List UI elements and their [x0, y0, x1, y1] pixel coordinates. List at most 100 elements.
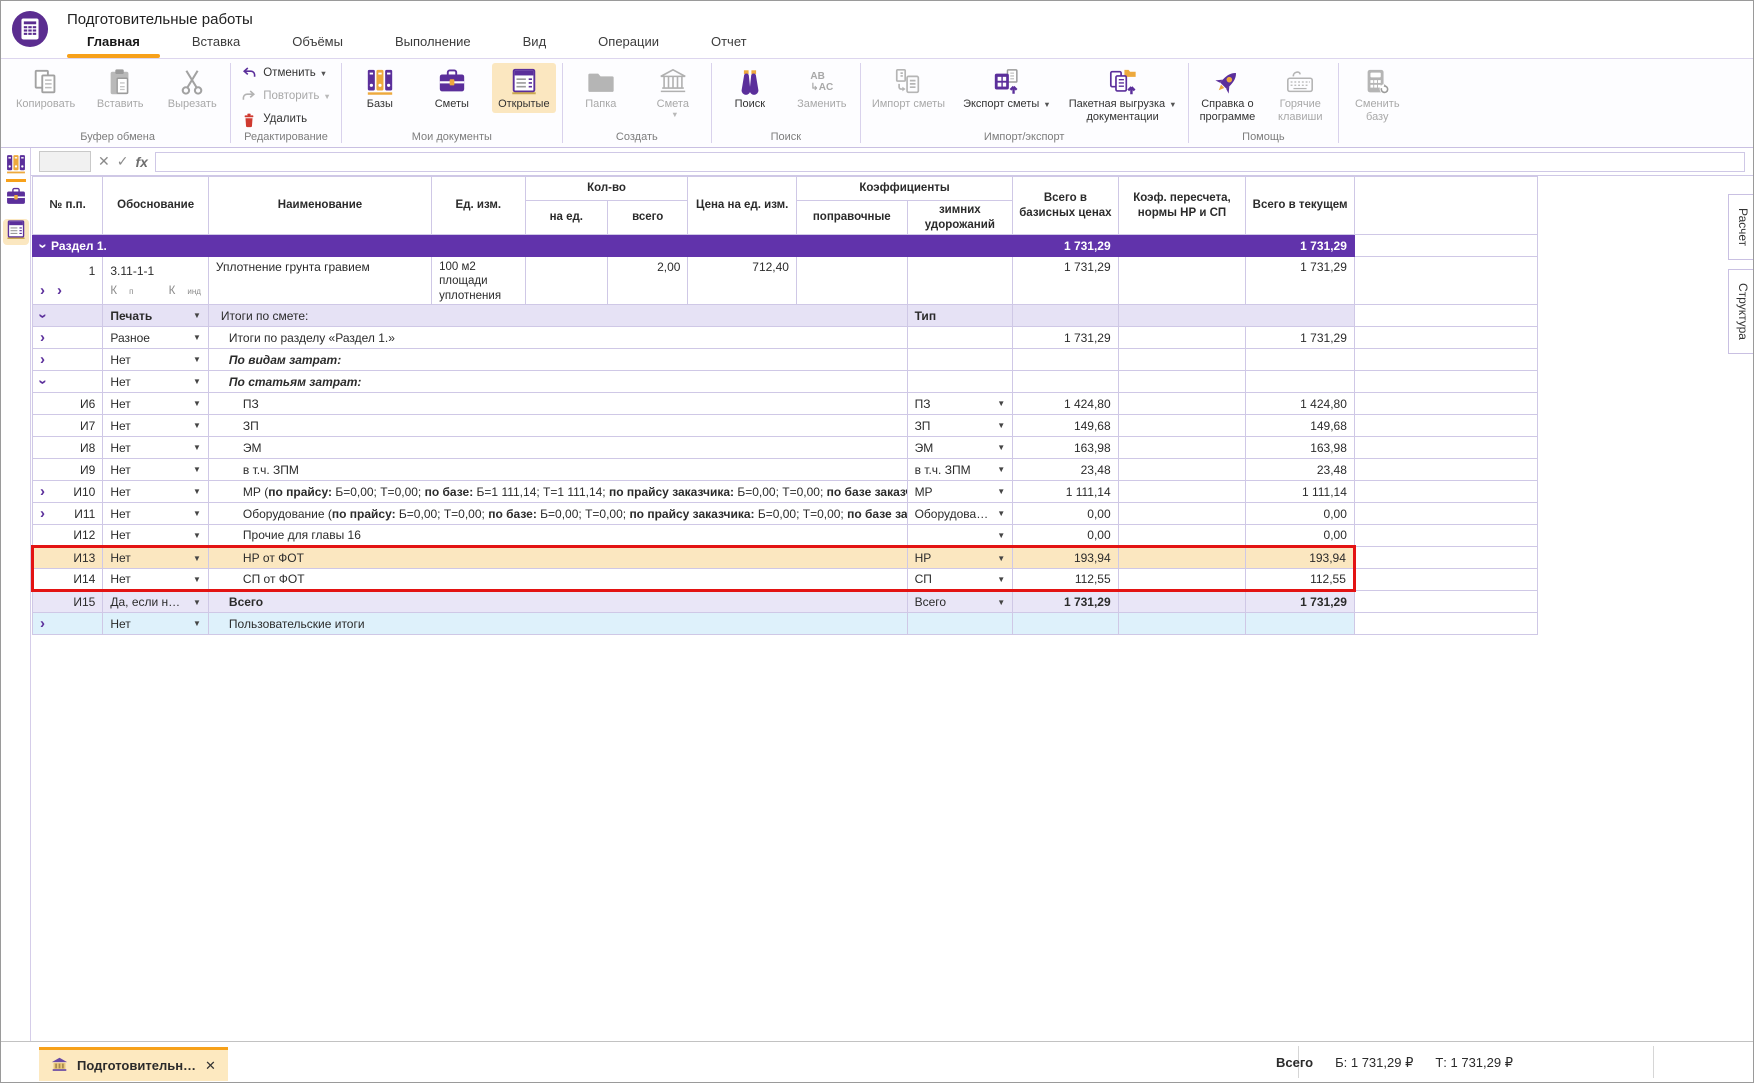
batch-export-button[interactable]: Пакетная выгрузка▼документации: [1064, 63, 1182, 126]
grid-cell[interactable]: ▼: [907, 525, 1013, 547]
grid-cell[interactable]: ›: [33, 371, 103, 393]
export-estimate-button[interactable]: Экспорт сметы▼: [958, 63, 1056, 113]
chevron-right-icon[interactable]: ›: [40, 487, 45, 497]
grid-cell[interactable]: [1013, 371, 1119, 393]
grid-cell[interactable]: По статьям затрат:: [208, 371, 907, 393]
grid-cell[interactable]: 1 731,29: [1013, 327, 1119, 349]
grid-cell[interactable]: Итоги по смете:: [208, 305, 907, 327]
grid-cell[interactable]: Нет▼: [103, 503, 209, 525]
grid-cell[interactable]: [1118, 525, 1246, 547]
grid-cell[interactable]: И9: [33, 459, 103, 481]
grid-cell[interactable]: [907, 371, 1013, 393]
grid-cell[interactable]: [1246, 349, 1355, 371]
grid-cell[interactable]: Тип: [907, 305, 1013, 327]
grid-cell[interactable]: Нет▼: [103, 569, 209, 591]
grid-cell[interactable]: [1118, 415, 1246, 437]
estimates-button[interactable]: Сметы: [420, 63, 484, 113]
cut-button[interactable]: Вырезать: [160, 63, 224, 113]
dropdown[interactable]: Нет▼: [110, 419, 201, 433]
grid-cell[interactable]: [1118, 393, 1246, 415]
document-tab[interactable]: Подготовительн… ✕: [39, 1047, 228, 1081]
tab-volumes[interactable]: Объёмы: [266, 27, 369, 58]
tab-view[interactable]: Вид: [497, 27, 573, 58]
grid-cell[interactable]: 0,00: [1246, 503, 1355, 525]
grid-cell[interactable]: НР от ФОТ: [208, 547, 907, 569]
dropdown[interactable]: Всего▼: [915, 595, 1006, 609]
new-folder-button[interactable]: Папка: [569, 63, 633, 113]
dropdown[interactable]: Нет▼: [110, 617, 201, 631]
undo-button[interactable]: Отменить▼: [237, 63, 331, 84]
dropdown[interactable]: Нет▼: [110, 353, 201, 367]
dropdown[interactable]: Нет▼: [110, 551, 201, 565]
paste-button[interactable]: Вставить: [88, 63, 152, 113]
grid-cell[interactable]: [1246, 371, 1355, 393]
dropdown[interactable]: Нет▼: [110, 528, 201, 542]
grid-cell[interactable]: Всего: [208, 591, 907, 613]
grid-cell[interactable]: МР (по прайсу: Б=0,00; Т=0,00; по базе: …: [208, 481, 907, 503]
dropdown[interactable]: Нет▼: [110, 375, 201, 389]
grid-cell[interactable]: Прочие для главы 16: [208, 525, 907, 547]
tab-calculation[interactable]: Расчет: [1728, 194, 1753, 260]
dropdown[interactable]: Нет▼: [110, 441, 201, 455]
grid-cell[interactable]: НР▼: [907, 547, 1013, 569]
grid-cell[interactable]: 1 731,29: [1013, 591, 1119, 613]
grid-cell[interactable]: [1013, 305, 1119, 327]
grid-cell[interactable]: И15: [33, 591, 103, 613]
grid-cell[interactable]: [907, 257, 1013, 305]
dropdown[interactable]: ПЗ▼: [915, 397, 1006, 411]
grid-cell[interactable]: 0,00: [1013, 525, 1119, 547]
grid-cell[interactable]: И12: [33, 525, 103, 547]
grid-cell[interactable]: 1 731,29: [1246, 591, 1355, 613]
grid-cell[interactable]: И6: [33, 393, 103, 415]
chevron-right-icon[interactable]: ›: [40, 619, 45, 629]
grid-cell[interactable]: 100 м2 площади уплотнения: [432, 257, 525, 305]
grid-cell[interactable]: [1118, 481, 1246, 503]
grid-cell[interactable]: в т.ч. ЗПМ: [208, 459, 907, 481]
grid-cell[interactable]: МР▼: [907, 481, 1013, 503]
grid-cell[interactable]: 1 731,29: [1013, 235, 1119, 257]
grid-cell[interactable]: [1013, 613, 1119, 635]
grid-cell[interactable]: 163,98: [1013, 437, 1119, 459]
strip-bases-button[interactable]: [3, 153, 29, 179]
grid-cell[interactable]: ›: [33, 305, 103, 327]
formula-input[interactable]: [155, 152, 1745, 172]
grid-cell[interactable]: Пользовательские итоги: [208, 613, 907, 635]
grid-cell[interactable]: Нет▼: [103, 613, 209, 635]
tab-execution[interactable]: Выполнение: [369, 27, 497, 58]
grid-cell[interactable]: ›Раздел 1.: [33, 235, 1013, 257]
grid-cell[interactable]: И8: [33, 437, 103, 459]
dropdown[interactable]: Да, если н…▼: [110, 595, 201, 609]
grid-cell[interactable]: Нет▼: [103, 459, 209, 481]
grid-cell[interactable]: СП▼: [907, 569, 1013, 591]
grid-cell[interactable]: [1118, 305, 1354, 327]
grid-cell[interactable]: Да, если н…▼: [103, 591, 209, 613]
strip-estimates-button[interactable]: [3, 186, 29, 212]
grid-cell[interactable]: [1118, 257, 1246, 305]
grid-cell[interactable]: 1 111,14: [1246, 481, 1355, 503]
bases-button[interactable]: Базы: [348, 63, 412, 113]
grid-cell[interactable]: 112,55: [1246, 569, 1355, 591]
tab-insert[interactable]: Вставка: [166, 27, 266, 58]
grid-cell[interactable]: Итоги по разделу «Раздел 1.»: [208, 327, 907, 349]
dropdown[interactable]: МР▼: [915, 485, 1006, 499]
grid-cell[interactable]: [1118, 569, 1246, 591]
chevron-down-icon[interactable]: ›: [38, 379, 48, 384]
grid-cell[interactable]: [796, 257, 907, 305]
grid-cell[interactable]: 163,98: [1246, 437, 1355, 459]
grid-cell[interactable]: 2,00: [608, 257, 688, 305]
dropdown[interactable]: Разное▼: [110, 331, 201, 345]
grid-cell[interactable]: Печать▼: [103, 305, 209, 327]
grid-cell[interactable]: [1118, 547, 1246, 569]
replace-button[interactable]: AB↳ACЗаменить: [790, 63, 854, 113]
grid-cell[interactable]: [1118, 459, 1246, 481]
tab-report[interactable]: Отчет: [685, 27, 773, 58]
grid-cell[interactable]: ›: [33, 327, 103, 349]
grid-cell[interactable]: [907, 327, 1013, 349]
open-documents-button[interactable]: Открытые: [492, 63, 556, 113]
dropdown[interactable]: в т.ч. ЗПМ▼: [915, 463, 1006, 477]
search-button[interactable]: Поиск: [718, 63, 782, 113]
cell-reference-input[interactable]: [39, 151, 91, 172]
dropdown[interactable]: ЭМ▼: [915, 441, 1006, 455]
chevron-down-icon[interactable]: ›: [38, 313, 48, 318]
grid-cell[interactable]: 149,68: [1246, 415, 1355, 437]
